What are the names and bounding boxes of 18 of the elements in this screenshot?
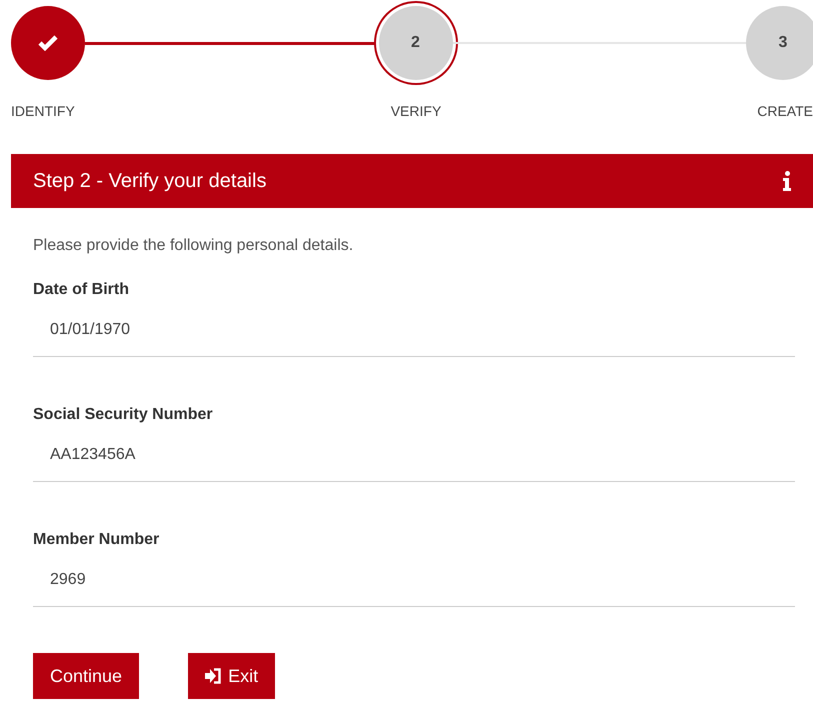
step-circle: 3 (746, 6, 813, 80)
field-label: Social Security Number (33, 405, 214, 425)
intro-text: Please provide the following personal details. (33, 236, 354, 256)
input-field[interactable]: AA123456A (33, 439, 795, 482)
field-label: Date of Birth (33, 280, 130, 300)
input-field[interactable]: 2969 (33, 564, 795, 607)
input-field[interactable]: 01/01/1970 (33, 314, 795, 357)
info-icon[interactable] (783, 171, 791, 191)
step-circle: 2 (378, 6, 452, 80)
continue-button[interactable]: Continue (33, 653, 140, 699)
panel-title: Step 2 - Verify your details (33, 169, 266, 194)
step-label: VERIFY (390, 102, 442, 121)
check-icon (38, 35, 58, 51)
exit-button[interactable]: Exit (188, 653, 276, 699)
step-label: IDENTIFY (11, 102, 75, 121)
field-label: Member Number (33, 530, 160, 550)
sign-in-icon (205, 668, 222, 684)
step-label: CREATE (757, 102, 813, 121)
